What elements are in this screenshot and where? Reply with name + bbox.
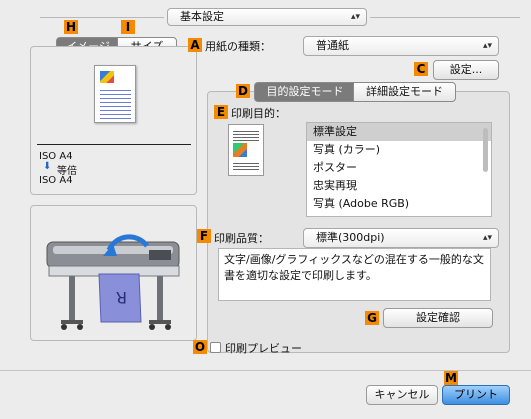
purpose-list: 標準設定 写真 (カラー) ポスター 忠実再現 写真 (Adobe RGB) xyxy=(306,122,492,217)
purpose-thumb-lines xyxy=(233,129,259,141)
purpose-thumbnail xyxy=(228,124,264,176)
updown-arrows-icon: ▴▾ xyxy=(482,41,492,51)
mode-tab-bar: 目的設定モード 詳細設定モード xyxy=(254,82,456,102)
tag-o: O xyxy=(193,340,207,354)
purpose-thumb-lines2 xyxy=(233,161,259,171)
description-box: 文字/画像/グラフィックスなどの混在する一般的な文書を適切な設定で印刷します。 xyxy=(218,248,491,301)
paper-type-value: 普通紙 xyxy=(316,39,349,52)
purpose-item[interactable]: 写真 (カラー) xyxy=(307,141,491,159)
printer-illustration-panel: R xyxy=(30,205,197,341)
page-thumbnail xyxy=(94,65,136,123)
quality-select[interactable]: 標準(300dpi) ▴▾ xyxy=(303,228,499,248)
purpose-thumb-photo xyxy=(233,143,247,157)
updown-arrows-icon: ▴▾ xyxy=(482,233,492,243)
purpose-list-scrollbar[interactable] xyxy=(483,128,488,172)
size-to: ISO A4 xyxy=(39,175,73,186)
tag-m: M xyxy=(444,371,458,385)
purpose-item[interactable]: ポスター xyxy=(307,159,491,177)
size-preview-panel: ISO A4 ⬇ 等倍 ISO A4 xyxy=(30,46,197,195)
print-button[interactable]: プリント xyxy=(442,385,510,405)
thumb-image-block xyxy=(100,71,114,83)
thumb-lines xyxy=(100,87,131,119)
paper-type-select[interactable]: 普通紙 ▴▾ xyxy=(303,36,499,56)
tag-d: D xyxy=(236,84,250,98)
paper-type-label: 用紙の種類： xyxy=(205,40,271,53)
purpose-label: 印刷目的： xyxy=(231,107,286,120)
purpose-item[interactable]: 写真 (Adobe RGB) xyxy=(307,195,491,213)
top-divider-right xyxy=(370,17,520,18)
printer-icon: R xyxy=(46,234,180,330)
tag-a: A xyxy=(188,38,202,52)
tag-g: G xyxy=(365,311,379,325)
preset-select[interactable]: 基本設定 ▴▾ xyxy=(167,8,367,26)
preset-value: 基本設定 xyxy=(180,10,224,23)
quality-label: 印刷品質： xyxy=(214,232,269,245)
updown-arrows-icon: ▴▾ xyxy=(350,12,360,22)
preview-label: 印刷プレビュー xyxy=(225,342,302,355)
tab-purpose-mode[interactable]: 目的設定モード xyxy=(254,82,356,102)
paper-settings-button[interactable]: 設定... xyxy=(433,60,499,80)
description-text: 文字/画像/グラフィックスなどの混在する一般的な文書を適切な設定で印刷します。 xyxy=(224,253,484,282)
cancel-button[interactable]: キャンセル xyxy=(366,385,438,405)
preview-checkbox[interactable] xyxy=(210,342,221,353)
quality-value: 標準(300dpi) xyxy=(316,231,385,244)
tag-i: I xyxy=(121,20,135,34)
svg-text:R: R xyxy=(116,288,127,307)
tag-c: C xyxy=(414,62,428,76)
tab-advanced-mode[interactable]: 詳細設定モード xyxy=(353,82,456,102)
tag-f: F xyxy=(197,229,211,243)
size-divider xyxy=(37,144,191,145)
top-divider-left xyxy=(40,17,164,18)
tag-h: H xyxy=(64,20,78,34)
arrow-down-icon: ⬇ xyxy=(43,161,52,172)
confirm-settings-button[interactable]: 設定確認 xyxy=(383,308,493,328)
purpose-item[interactable]: 忠実再現 xyxy=(307,177,491,195)
tag-e: E xyxy=(214,105,228,119)
purpose-item[interactable]: 標準設定 xyxy=(307,123,491,141)
